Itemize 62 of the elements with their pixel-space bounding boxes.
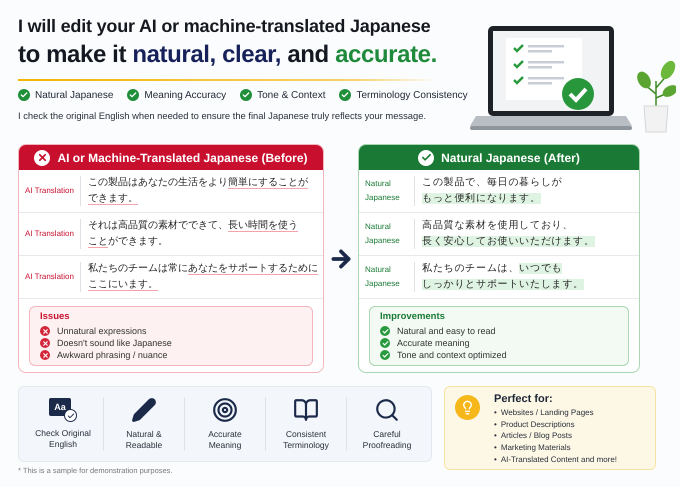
notes-title: Issues — [40, 311, 71, 322]
check-icon — [380, 350, 390, 360]
panel-title: AI or Machine-Translated Japanese (Before) — [57, 150, 308, 164]
list-item: Websites / Landing Pages — [500, 407, 594, 419]
list-item: Articles / Blog Posts — [500, 430, 572, 442]
list-item: Product Descriptions — [500, 418, 575, 430]
japanese-text: それは高品質の素材でできて、長い時間を使う こと ができます。 — [87, 218, 298, 250]
pencil-icon — [131, 397, 157, 423]
headline: to make it natural, clear, and accurate. — [18, 41, 438, 69]
cross-icon — [34, 150, 50, 166]
japanese-text: 高品質な素材を使用しており、 長く安心してお使いいただけます。 — [421, 218, 595, 249]
search-icon — [374, 397, 400, 423]
feature-label: Tone & Context — [257, 90, 326, 100]
note-text: Accurate meaning — [397, 338, 470, 348]
row-label: AI Translation — [25, 176, 81, 206]
note-text: Natural and easy to read — [397, 326, 496, 336]
list-item: Marketing Materials — [500, 442, 571, 454]
notes-title: Improvements — [380, 311, 446, 322]
lightbulb-icon — [455, 395, 480, 420]
row-label: AI Translation — [25, 219, 81, 249]
japanese-text: 私たちのチームは、いつでも しっかりとサポートいたします。 — [421, 262, 584, 292]
feature-label: Consistent Terminology — [282, 429, 330, 451]
card-title: Perfect for: — [494, 393, 554, 405]
bullet-mark: • — [494, 442, 497, 454]
check-icon — [380, 338, 390, 348]
subtitle: I check the original English when needed to ensure the final Japanese truly reflects your message. — [18, 110, 428, 121]
cross-icon — [40, 338, 50, 348]
row-label: Natural Japanese — [365, 176, 415, 206]
note-text: Doesn't sound like Japanese — [57, 338, 172, 348]
feature-label: Accurate Meaning — [207, 429, 243, 451]
feature-label: Meaning Accuracy — [144, 90, 226, 100]
note-text: Tone and context optimized — [397, 350, 507, 360]
row-label: AI Translation — [25, 262, 81, 292]
note-text: Unnatural expressions — [57, 326, 147, 336]
feature-label: Check Original English — [34, 428, 92, 450]
feature-label: Natural & Readable — [124, 429, 164, 451]
check-icon — [418, 150, 434, 166]
note-text: Awkward phrasing / nuance — [57, 350, 168, 360]
check-icon — [339, 89, 352, 101]
bullet-mark: • — [494, 430, 497, 442]
bullet-mark: • — [494, 418, 497, 430]
check-icon — [380, 326, 390, 336]
list-item: AI-Translated Content and more! — [500, 454, 618, 466]
check-icon — [240, 89, 252, 101]
headline: I will edit your AI or machine-translated Japanese — [18, 16, 432, 37]
panel-title: Natural Japanese (After) — [441, 150, 580, 164]
check-icon — [127, 89, 140, 101]
check-icon — [18, 89, 30, 101]
feature-label: Careful Proofreading — [362, 429, 412, 451]
japanese-text: この製品はあなたの生活をより 簡単にすることが できます。 — [87, 176, 308, 207]
japanese-text: この製品で、毎日の暮らしが もっと便利になります。 — [421, 176, 562, 206]
feature-label: Natural Japanese — [35, 90, 114, 100]
row-label: Natural Japanese — [365, 219, 415, 249]
book-icon — [293, 397, 319, 423]
target-icon — [212, 397, 238, 423]
feature-label: Terminology Consistency — [356, 90, 468, 100]
cross-icon — [40, 350, 50, 360]
row-label: Natural Japanese — [365, 262, 415, 292]
bullet-mark: • — [494, 454, 497, 466]
bullet-mark: • — [494, 407, 497, 419]
japanese-text: 私たちのチームは常にあなたをサポートするために ここにいます。 — [87, 262, 318, 293]
cross-icon — [40, 326, 50, 336]
